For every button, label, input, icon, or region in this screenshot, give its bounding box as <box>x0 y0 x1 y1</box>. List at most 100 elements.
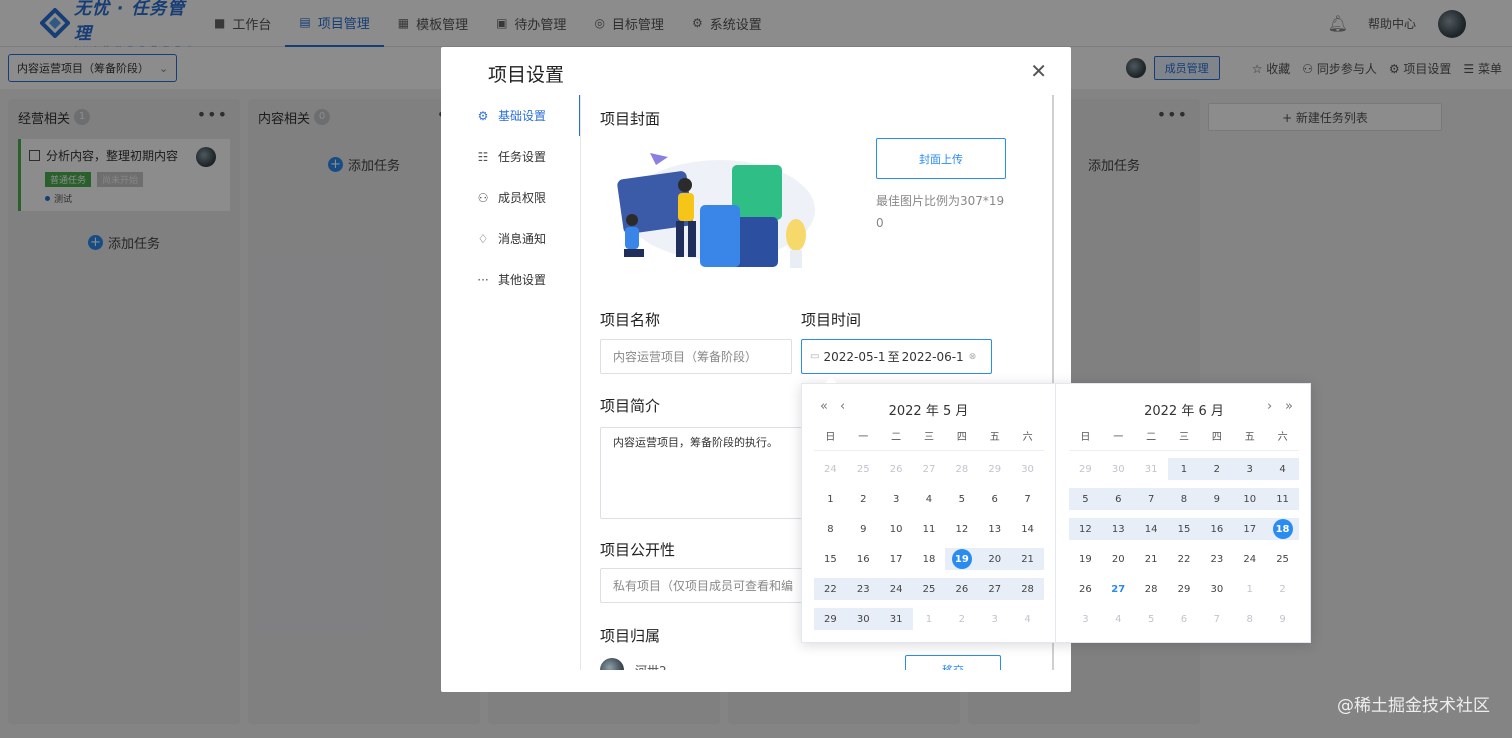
calendar-day[interactable]: 26 <box>1069 574 1102 604</box>
menu-item-task-settings[interactable]: ☷ 任务设置 <box>459 136 581 177</box>
calendar-day[interactable]: 2 <box>847 484 880 514</box>
calendar-day[interactable]: 30 <box>1102 454 1135 484</box>
calendar-day[interactable]: 14 <box>1134 514 1168 544</box>
calendar-day[interactable]: 10 <box>880 514 913 544</box>
calendar-day[interactable]: 16 <box>1200 514 1234 544</box>
calendar-day[interactable]: 6 <box>1168 604 1201 634</box>
transfer-button[interactable]: 移交 <box>905 655 1001 670</box>
calendar-day[interactable]: 24 <box>879 574 913 604</box>
menu-item-basic-settings[interactable]: ⚙ 基础设置 <box>459 95 581 136</box>
calendar-day[interactable]: 1 <box>913 604 946 634</box>
calendar-day[interactable]: 4 <box>1266 454 1299 484</box>
calendar-day[interactable]: 22 <box>814 574 847 604</box>
next-month-icon[interactable]: › <box>1267 399 1272 414</box>
calendar-day-label: 4 <box>1024 613 1031 625</box>
menu-item-other-settings[interactable]: ··· 其他设置 <box>459 259 581 300</box>
calendar-day[interactable]: 23 <box>1200 544 1233 574</box>
calendar-day[interactable]: 25 <box>912 574 946 604</box>
calendar-day[interactable]: 4 <box>1011 604 1044 634</box>
calendar-day[interactable]: 7 <box>1134 484 1168 514</box>
calendar-day[interactable]: 27 <box>978 574 1012 604</box>
calendar-day[interactable]: 8 <box>814 514 847 544</box>
calendar-day[interactable]: 6 <box>978 484 1011 514</box>
calendar-day[interactable]: 27 <box>913 454 946 484</box>
calendar-day[interactable]: 4 <box>913 484 946 514</box>
calendar-day[interactable]: 17 <box>880 544 913 574</box>
calendar-day[interactable]: 8 <box>1233 604 1266 634</box>
calendar-day[interactable]: 5 <box>1135 604 1168 634</box>
clear-icon[interactable]: ⊗ <box>969 352 977 362</box>
calendar-day[interactable]: 6 <box>1101 484 1135 514</box>
date-range-input[interactable]: ▭ 2022-05-1 至 2022-06-1 ⊗ <box>801 339 992 374</box>
calendar-day[interactable]: 25 <box>847 454 880 484</box>
calendar-day[interactable]: 25 <box>1266 544 1299 574</box>
calendar-day[interactable]: 9 <box>847 514 880 544</box>
calendar-day[interactable]: 16 <box>847 544 880 574</box>
calendar-day[interactable]: 2 <box>945 604 978 634</box>
calendar-day[interactable]: 26 <box>880 454 913 484</box>
calendar-day[interactable]: 28 <box>1135 574 1168 604</box>
calendar-day[interactable]: 24 <box>814 454 847 484</box>
menu-item-member-permissions[interactable]: ⚇ 成员权限 <box>459 177 581 218</box>
calendar-day[interactable]: 19 <box>945 544 979 574</box>
calendar-day[interactable]: 13 <box>978 514 1011 544</box>
calendar-day[interactable]: 26 <box>945 574 979 604</box>
calendar-day[interactable]: 3 <box>880 484 913 514</box>
calendar-day[interactable]: 14 <box>1011 514 1044 544</box>
calendar-day[interactable]: 29 <box>1168 574 1201 604</box>
calendar-day[interactable]: 11 <box>913 514 946 544</box>
calendar-day[interactable]: 15 <box>814 544 847 574</box>
menu-item-notifications[interactable]: ♢ 消息通知 <box>459 218 581 259</box>
project-name-input[interactable]: 内容运营项目（筹备阶段） <box>600 339 792 374</box>
calendar-day[interactable]: 20 <box>978 544 1012 574</box>
calendar-day[interactable]: 1 <box>814 484 847 514</box>
calendar-day[interactable]: 2 <box>1200 454 1234 484</box>
calendar-day[interactable]: 15 <box>1167 514 1201 544</box>
calendar-day[interactable]: 27 <box>1102 574 1135 604</box>
calendar-day[interactable]: 3 <box>978 604 1011 634</box>
calendar-day[interactable]: 7 <box>1200 604 1233 634</box>
calendar-day-label: 15 <box>824 553 837 565</box>
calendar-day[interactable]: 29 <box>1069 454 1102 484</box>
calendar-day[interactable]: 12 <box>945 514 978 544</box>
calendar-day[interactable]: 30 <box>1200 574 1233 604</box>
calendar-day[interactable]: 28 <box>1011 574 1044 604</box>
calendar-day[interactable]: 21 <box>1135 544 1168 574</box>
calendar-day[interactable]: 3 <box>1233 454 1267 484</box>
calendar-day[interactable]: 18 <box>1266 514 1299 544</box>
calendar-day[interactable]: 13 <box>1101 514 1135 544</box>
calendar-day[interactable]: 3 <box>1069 604 1102 634</box>
calendar-day[interactable]: 30 <box>846 604 880 634</box>
calendar-day[interactable]: 24 <box>1233 544 1266 574</box>
calendar-day[interactable]: 23 <box>846 574 880 604</box>
calendar-day[interactable]: 20 <box>1102 544 1135 574</box>
calendar-day[interactable]: 19 <box>1069 544 1102 574</box>
calendar-day[interactable]: 22 <box>1168 544 1201 574</box>
calendar-day[interactable]: 10 <box>1233 484 1267 514</box>
calendar-day[interactable]: 1 <box>1167 454 1201 484</box>
calendar-day[interactable]: 31 <box>879 604 913 634</box>
calendar-day[interactable]: 29 <box>814 604 847 634</box>
calendar-day[interactable]: 5 <box>945 484 978 514</box>
calendar-day[interactable]: 30 <box>1011 454 1044 484</box>
calendar-day[interactable]: 9 <box>1266 604 1299 634</box>
calendar-day[interactable]: 2 <box>1266 574 1299 604</box>
calendar-day[interactable]: 5 <box>1069 484 1102 514</box>
calendar-day[interactable]: 21 <box>1011 544 1044 574</box>
calendar-day[interactable]: 1 <box>1233 574 1266 604</box>
cover-upload-button[interactable]: 封面上传 <box>876 138 1006 179</box>
calendar-day[interactable]: 18 <box>913 544 946 574</box>
calendar-day[interactable]: 12 <box>1069 514 1102 544</box>
calendar-day[interactable]: 29 <box>978 454 1011 484</box>
next-year-icon[interactable]: » <box>1285 399 1293 414</box>
calendar-day[interactable]: 28 <box>945 454 978 484</box>
calendar-day[interactable]: 8 <box>1167 484 1201 514</box>
calendar-day[interactable]: 11 <box>1266 484 1299 514</box>
close-icon[interactable]: ✕ <box>1030 59 1047 83</box>
calendar-day[interactable]: 31 <box>1135 454 1168 484</box>
calendar-day[interactable]: 4 <box>1102 604 1135 634</box>
calendar-day[interactable]: 17 <box>1233 514 1267 544</box>
calendar-day[interactable]: 7 <box>1011 484 1044 514</box>
calendar-day[interactable]: 9 <box>1200 484 1234 514</box>
calendar-day-label: 26 <box>889 463 903 475</box>
